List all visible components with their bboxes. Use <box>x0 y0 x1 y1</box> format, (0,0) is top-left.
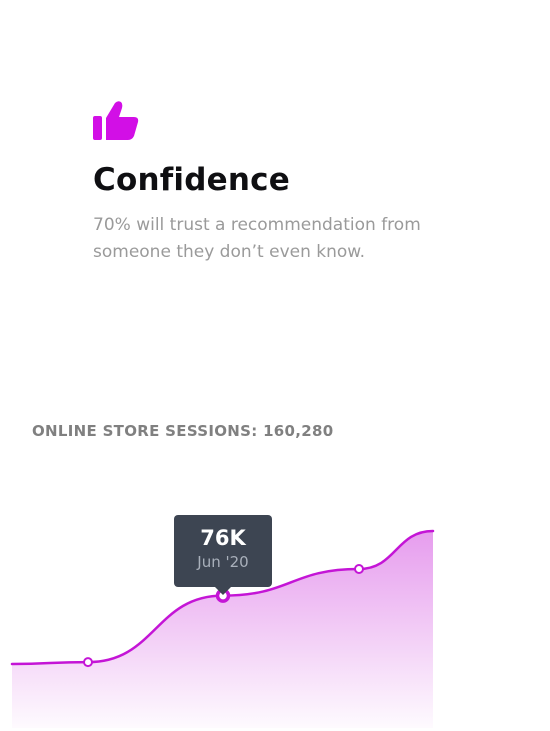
sessions-area-chart <box>10 529 435 728</box>
feature-description: 70% will trust a recommendation from som… <box>93 215 421 262</box>
data-point[interactable] <box>354 564 364 574</box>
feature-block: Confidence 70% will trust a recommendati… <box>93 100 513 266</box>
feature-title: Confidence <box>93 162 290 198</box>
data-point[interactable] <box>83 657 93 668</box>
online-store-sessions-label: ONLINE STORE SESSIONS: 160,280 <box>32 422 334 440</box>
tooltip-date: Jun '20 <box>197 553 249 571</box>
chart-tooltip: 76K Jun '20 <box>174 515 272 595</box>
thumbs-up-icon <box>93 101 139 140</box>
tooltip-value: 76K <box>200 526 246 550</box>
